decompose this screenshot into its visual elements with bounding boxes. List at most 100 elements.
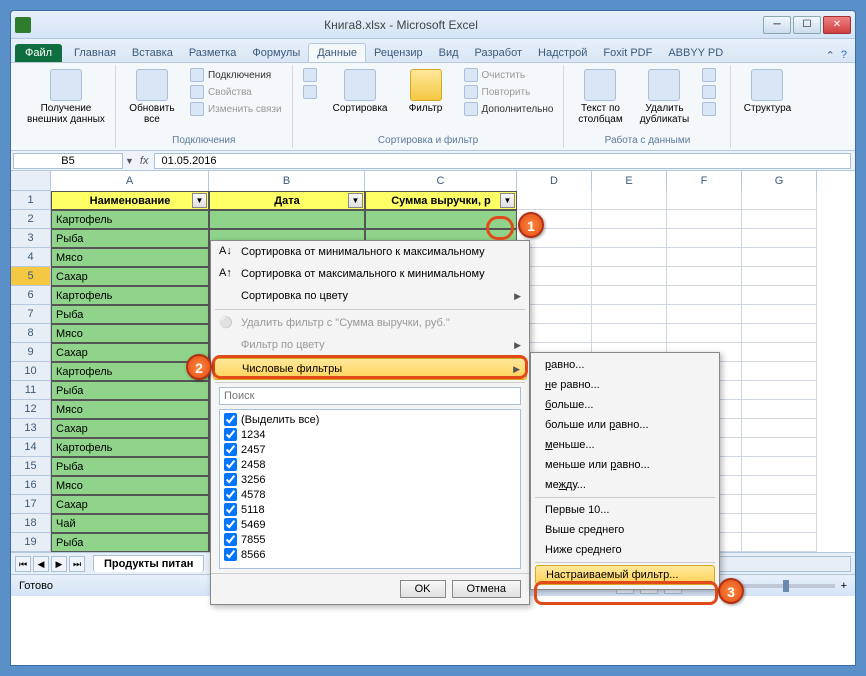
cancel-button[interactable]: Отмена — [452, 580, 521, 598]
filter-search-input[interactable] — [219, 387, 521, 405]
number-filters-item[interactable]: Числовые фильтры▶ — [213, 358, 527, 380]
header-cell[interactable]: Дата▼ — [209, 191, 365, 210]
filter-toggle-c[interactable]: ▼ — [500, 193, 515, 208]
maximize-button[interactable]: ☐ — [793, 16, 821, 34]
row-header[interactable]: 19 — [11, 533, 51, 552]
sort-desc-item[interactable]: A↑Сортировка от максимального к минималь… — [211, 263, 529, 285]
tab-review[interactable]: Рецензир — [366, 44, 431, 62]
whatif-button[interactable] — [698, 101, 724, 117]
filter-value-checkbox[interactable]: 2458 — [222, 457, 518, 472]
select-all-corner[interactable] — [11, 171, 51, 191]
advanced-button[interactable]: Дополнительно — [460, 101, 558, 117]
fx-icon[interactable]: fx — [134, 155, 155, 167]
data-cell[interactable]: Сахар — [51, 495, 209, 514]
data-cell[interactable]: Сахар — [51, 343, 209, 362]
data-cell[interactable]: Сахар — [51, 419, 209, 438]
row-header[interactable]: 13 — [11, 419, 51, 438]
filter-button[interactable]: Фильтр — [396, 67, 456, 116]
data-cell[interactable]: Рыба — [51, 305, 209, 324]
remove-duplicates-button[interactable]: Удалить дубликаты — [634, 67, 694, 127]
data-cell[interactable]: Мясо — [51, 324, 209, 343]
filter-toggle-b[interactable]: ▼ — [348, 193, 363, 208]
ok-button[interactable]: OK — [400, 580, 446, 598]
col-header-d[interactable]: D — [517, 171, 592, 191]
sort-asc-button[interactable] — [299, 67, 325, 83]
namebox-dropdown-icon[interactable]: ▼ — [125, 156, 134, 166]
tab-abbyy[interactable]: ABBYY PD — [660, 44, 731, 62]
sheet-tab[interactable]: Продукты питан — [93, 555, 204, 572]
zoom-slider[interactable] — [735, 584, 835, 588]
row-header[interactable]: 9 — [11, 343, 51, 362]
data-cell[interactable]: Рыба — [51, 457, 209, 476]
row-header[interactable]: 10 — [11, 362, 51, 381]
tab-data[interactable]: Данные — [308, 43, 366, 62]
reapply-button[interactable]: Повторить — [460, 84, 558, 100]
data-cell[interactable]: Рыба — [51, 229, 209, 248]
col-header-e[interactable]: E — [592, 171, 667, 191]
data-cell[interactable]: Картофель — [51, 438, 209, 457]
tab-developer[interactable]: Разработ — [467, 44, 530, 62]
tab-view[interactable]: Вид — [431, 44, 467, 62]
sheet-nav-next[interactable]: ▶ — [51, 556, 67, 572]
filter-condition-item[interactable]: равно... — [531, 355, 719, 375]
filter-value-checkbox[interactable]: 8566 — [222, 547, 518, 562]
row-header[interactable]: 8 — [11, 324, 51, 343]
clear-filter-button[interactable]: Очистить — [460, 67, 558, 83]
minimize-ribbon-icon[interactable]: ⌃ — [826, 49, 835, 62]
filter-condition-item[interactable]: больше или равно... — [531, 415, 719, 435]
filter-value-checkbox[interactable]: 4578 — [222, 487, 518, 502]
data-cell[interactable]: Мясо — [51, 476, 209, 495]
sort-button[interactable]: Сортировка — [329, 67, 392, 116]
sort-asc-item[interactable]: A↓Сортировка от минимального к максималь… — [211, 241, 529, 263]
structure-button[interactable]: Структура — [737, 67, 797, 116]
row-header[interactable]: 18 — [11, 514, 51, 533]
consolidate-button[interactable] — [698, 84, 724, 100]
custom-filter-item[interactable]: Настраиваемый фильтр... — [535, 565, 715, 585]
data-cell[interactable]: Рыба — [51, 533, 209, 552]
above-avg-item[interactable]: Выше среднего — [531, 520, 719, 540]
sort-color-item[interactable]: Сортировка по цвету▶ — [211, 285, 529, 307]
refresh-all-button[interactable]: Обновить все — [122, 67, 182, 127]
data-cell[interactable]: Мясо — [51, 248, 209, 267]
filter-value-checkbox[interactable]: 5118 — [222, 502, 518, 517]
filter-condition-item[interactable]: больше... — [531, 395, 719, 415]
row-header[interactable]: 5 — [11, 267, 51, 286]
connections-button[interactable]: Подключения — [186, 67, 286, 83]
header-cell[interactable]: Сумма выручки, р▼ — [365, 191, 517, 210]
row-header[interactable]: 1 — [11, 191, 51, 210]
select-all-checkbox[interactable]: (Выделить все) — [222, 412, 518, 427]
row-header[interactable]: 11 — [11, 381, 51, 400]
formula-bar[interactable]: 01.05.2016 — [154, 153, 851, 169]
row-header[interactable]: 16 — [11, 476, 51, 495]
sheet-nav-first[interactable]: ⏮ — [15, 556, 31, 572]
data-cell[interactable]: Чай — [51, 514, 209, 533]
data-validation-button[interactable] — [698, 67, 724, 83]
filter-value-list[interactable]: (Выделить все) 1234245724583256457851185… — [219, 409, 521, 569]
clear-filter-item[interactable]: ⚪Удалить фильтр с "Сумма выручки, руб." — [211, 312, 529, 334]
external-data-button[interactable]: Получение внешних данных — [23, 67, 109, 127]
data-cell[interactable]: Мясо — [51, 400, 209, 419]
header-cell[interactable]: Наименование▼ — [51, 191, 209, 210]
tab-insert[interactable]: Вставка — [124, 44, 181, 62]
filter-condition-item[interactable]: между... — [531, 475, 719, 495]
zoom-thumb[interactable] — [783, 580, 789, 592]
data-cell[interactable]: Рыба — [51, 381, 209, 400]
below-avg-item[interactable]: Ниже среднего — [531, 540, 719, 560]
filter-condition-item[interactable]: не равно... — [531, 375, 719, 395]
data-cell[interactable]: Сахар — [51, 267, 209, 286]
filter-value-checkbox[interactable]: 1234 — [222, 427, 518, 442]
col-header-c[interactable]: C — [365, 171, 517, 191]
tab-home[interactable]: Главная — [66, 44, 124, 62]
row-header[interactable]: 17 — [11, 495, 51, 514]
row-header[interactable]: 6 — [11, 286, 51, 305]
row-header[interactable]: 15 — [11, 457, 51, 476]
data-cell[interactable] — [209, 210, 365, 229]
data-cell[interactable] — [365, 210, 517, 229]
color-filter-item[interactable]: Фильтр по цвету▶ — [211, 334, 529, 356]
filter-value-checkbox[interactable]: 3256 — [222, 472, 518, 487]
filter-value-checkbox[interactable]: 7855 — [222, 532, 518, 547]
col-header-g[interactable]: G — [742, 171, 817, 191]
col-header-b[interactable]: B — [209, 171, 365, 191]
edit-links-button[interactable]: Изменить связи — [186, 101, 286, 117]
row-header[interactable]: 12 — [11, 400, 51, 419]
